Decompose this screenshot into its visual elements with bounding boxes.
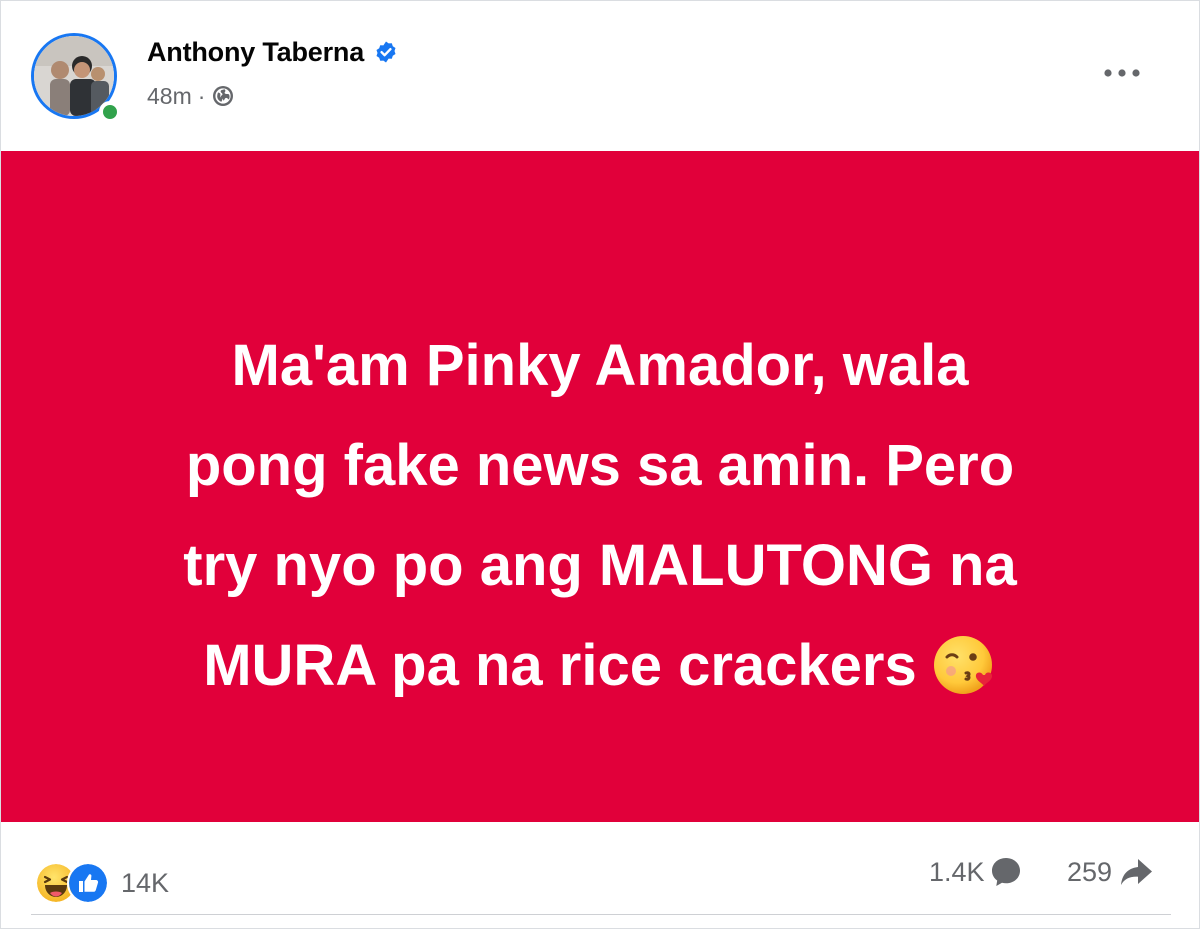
post-timestamp[interactable]: 48m — [147, 83, 192, 110]
online-status-dot — [99, 101, 121, 123]
verified-badge-icon — [376, 41, 396, 63]
meta-separator: · — [197, 82, 206, 109]
post-text-line: Ma'am Pinky Amador, wala — [231, 333, 969, 398]
comment-icon — [991, 858, 1020, 886]
post-card: Anthony Taberna 48m · Ma'am Pinky Amador… — [0, 0, 1200, 929]
share-count-button[interactable]: 259 — [1067, 852, 1154, 892]
post-text: Ma'am Pinky Amador, wala pong fake news … — [61, 316, 1139, 716]
share-icon — [1121, 859, 1153, 885]
face-blowing-a-kiss-emoji — [933, 635, 992, 694]
author-name[interactable]: Anthony Taberna — [147, 37, 364, 68]
post-footer: 14K 1.4K 259 — [1, 822, 1199, 928]
share-count: 259 — [1067, 856, 1113, 887]
comment-count: 1.4K — [929, 856, 985, 887]
reaction-count: 14K — [121, 867, 170, 898]
globe-icon[interactable] — [211, 84, 235, 108]
post-header: Anthony Taberna 48m · — [1, 1, 1199, 151]
author-avatar[interactable] — [31, 33, 123, 125]
footer-divider — [31, 914, 1171, 915]
post-text-line: try nyo po ang MALUTONG na — [183, 533, 1017, 598]
post-text-line-last: MURA pa na rice crackers — [61, 616, 1139, 716]
post-text-line: MURA pa na rice crackers — [203, 633, 917, 698]
author-row: Anthony Taberna — [147, 35, 398, 69]
reactions-summary[interactable]: 14K — [35, 862, 169, 904]
comment-count-button[interactable]: 1.4K — [929, 852, 1023, 892]
post-text-line: pong fake news sa amin. Pero — [185, 433, 1015, 498]
more-options-button[interactable] — [1093, 55, 1151, 91]
more-options-icon — [1104, 69, 1140, 77]
post-meta: 48m · — [147, 81, 235, 111]
like-reaction-icon — [67, 862, 109, 904]
